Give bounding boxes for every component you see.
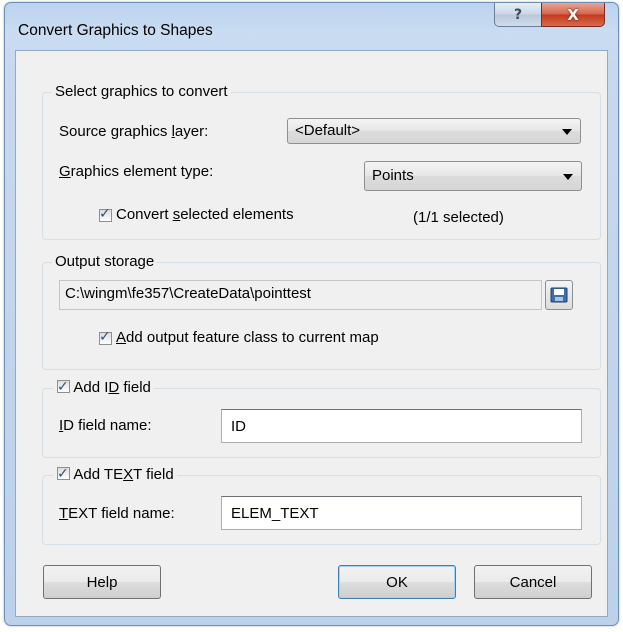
question-mark-icon: ? (513, 6, 523, 23)
save-folder-icon (550, 287, 568, 303)
checkmark-icon: ✓ (99, 206, 111, 222)
id-field-legend: ✓ Add ID field (53, 378, 154, 398)
convert-selected-checkbox[interactable]: ✓ (99, 206, 112, 222)
source-layer-value: <Default> (295, 122, 361, 139)
id-field-name-input[interactable] (221, 409, 582, 443)
text-field-legend: ✓ Add TEXT field (53, 465, 177, 485)
dropdown-arrow-icon (562, 129, 572, 135)
text-field-name-value[interactable] (222, 497, 581, 529)
add-to-map-label[interactable]: Add output feature class to current map (116, 328, 379, 348)
add-to-map-checkbox[interactable]: ✓ (99, 329, 112, 345)
help-button[interactable]: Help (43, 565, 161, 599)
id-field-name-label: ID field name: (59, 417, 152, 434)
output-path-field[interactable]: C:\wingm\fe357\CreateData\pointtest (59, 280, 542, 310)
id-field-group: ✓ Add ID field ID field name: (42, 378, 601, 458)
element-type-label: Graphics element type: (59, 163, 214, 180)
source-layer-label: Source graphics layer: (59, 123, 209, 140)
add-text-checkbox[interactable]: ✓ (57, 466, 70, 482)
element-type-value: Points (372, 167, 414, 184)
ok-button[interactable]: OK (338, 565, 456, 599)
titlebar-help-button[interactable]: ? (494, 3, 542, 27)
dialog-window: Convert Graphics to Shapes ? X Select gr… (4, 2, 619, 626)
text-field-name-input[interactable] (221, 496, 582, 530)
browse-output-button[interactable] (545, 280, 573, 310)
element-type-dropdown[interactable]: Points (364, 161, 582, 191)
dropdown-arrow-icon (563, 174, 573, 180)
output-storage-legend: Output storage (52, 252, 158, 272)
convert-selected-label[interactable]: Convert selected elements (116, 205, 294, 225)
dialog-client-area: Select graphics to convert Source graphi… (15, 50, 608, 617)
select-graphics-group: Select graphics to convert Source graphi… (42, 82, 601, 240)
source-layer-dropdown[interactable]: <Default> (287, 118, 581, 144)
output-storage-group: Output storage C:\wingm\fe357\CreateData… (42, 252, 601, 370)
id-field-name-value[interactable] (222, 410, 581, 442)
selected-count-text: (1/1 selected) (413, 209, 504, 226)
checkmark-icon: ✓ (57, 466, 69, 482)
titlebar-close-button[interactable]: X (541, 3, 605, 27)
close-x-icon: X (567, 5, 579, 24)
select-graphics-legend: Select graphics to convert (52, 82, 231, 102)
checkmark-icon: ✓ (57, 379, 69, 395)
output-path-text: C:\wingm\fe357\CreateData\pointtest (65, 285, 311, 302)
text-field-group: ✓ Add TEXT field TEXT field name: (42, 465, 601, 545)
add-text-label[interactable]: Add TEXT field (73, 466, 173, 483)
text-field-name-label: TEXT field name: (59, 505, 175, 522)
add-id-label[interactable]: Add ID field (73, 379, 151, 396)
cancel-button[interactable]: Cancel (474, 565, 592, 599)
window-title: Convert Graphics to Shapes (18, 22, 213, 39)
checkmark-icon: ✓ (99, 329, 111, 345)
add-id-checkbox[interactable]: ✓ (57, 379, 70, 395)
